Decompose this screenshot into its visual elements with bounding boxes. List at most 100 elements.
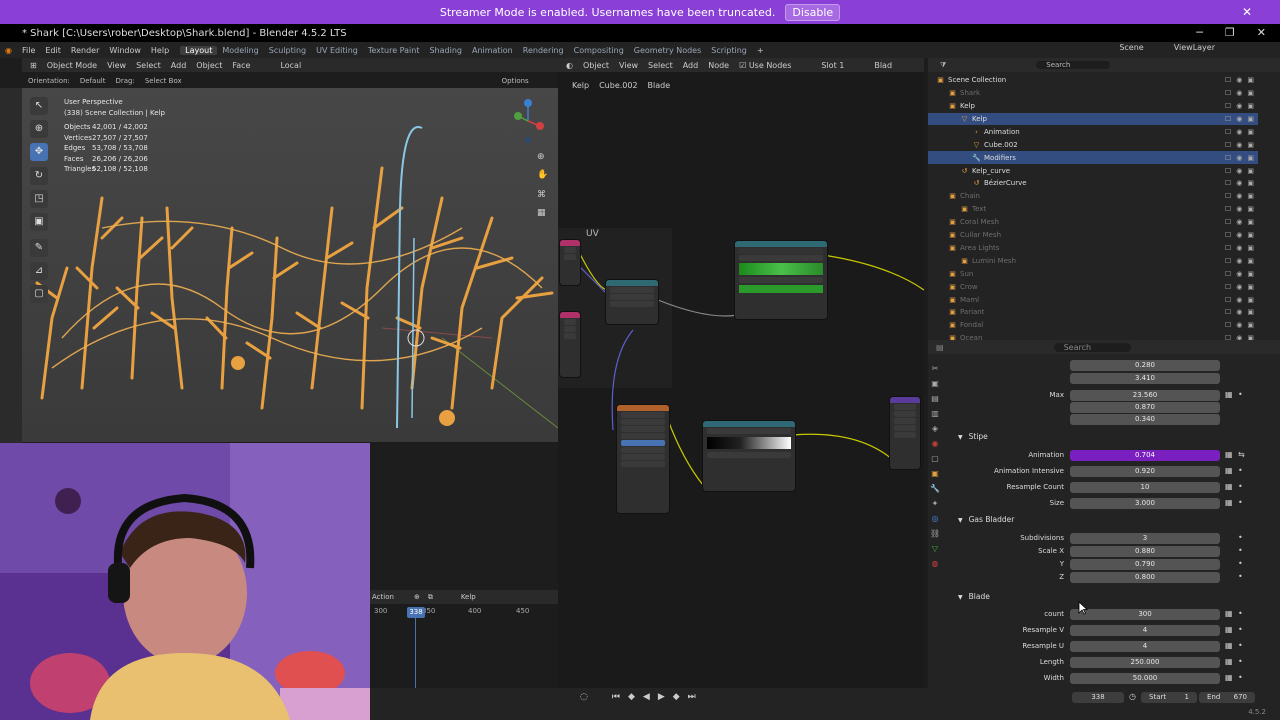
visibility-toggles[interactable]: ☐ ◉ ▣ [1225, 141, 1254, 149]
checkbox-icon[interactable]: ☐ [1225, 128, 1231, 136]
rotate-tool[interactable]: ↻ [30, 167, 48, 185]
visibility-toggles[interactable]: ☐ ◉ ▣ [1225, 179, 1254, 187]
checkbox-icon[interactable]: ☐ [1225, 257, 1231, 265]
tab-rendering[interactable]: Rendering [518, 46, 569, 55]
scene-selector[interactable]: Scene [1114, 43, 1148, 52]
max-x-field[interactable]: 23.560 [1070, 390, 1220, 401]
particles-tab-icon[interactable]: ✦ [932, 499, 939, 508]
keyframe-dot-icon[interactable]: • [1238, 657, 1243, 666]
drag-dropdown[interactable]: Select Box [145, 77, 182, 85]
camera-icon[interactable]: ▣ [1247, 296, 1254, 304]
options-dropdown[interactable]: Options [502, 77, 529, 85]
attribute-toggle-icon[interactable]: ▦ [1225, 657, 1233, 666]
visibility-toggles[interactable]: ☐ ◉ ▣ [1225, 283, 1254, 291]
outliner-row[interactable]: ▣ Coral Mesh ☐ ◉ ▣ [928, 216, 1258, 229]
viewport-menu-face[interactable]: Face [232, 61, 250, 70]
disable-button[interactable]: Disable [785, 3, 841, 21]
camera-icon[interactable]: ▣ [1247, 321, 1254, 329]
property-value-field[interactable]: 0.704 [1070, 450, 1220, 461]
object-tab-icon[interactable]: ▣ [931, 469, 939, 478]
camera-icon[interactable]: ▣ [1247, 115, 1254, 123]
value-field[interactable]: 3.410 [1070, 373, 1220, 384]
cursor-3d-tool[interactable]: ⊕ [30, 120, 48, 138]
eye-icon[interactable]: ◉ [1236, 141, 1242, 149]
node-menu-view[interactable]: View [619, 61, 638, 70]
viewport-menu-object[interactable]: Object [196, 61, 222, 70]
eye-icon[interactable]: ◉ [1236, 192, 1242, 200]
outliner-row[interactable]: ▣ Kelp ☐ ◉ ▣ [928, 100, 1258, 113]
camera-icon[interactable]: ▣ [1247, 102, 1254, 110]
node-bump[interactable] [890, 397, 920, 469]
menu-render[interactable]: Render [66, 46, 104, 55]
keyframe-dot-icon[interactable]: • [1238, 673, 1243, 682]
property-value-field[interactable]: 3 [1070, 533, 1220, 544]
eye-icon[interactable]: ◉ [1236, 76, 1242, 84]
property-value-field[interactable]: 300 [1070, 609, 1220, 620]
outliner-row[interactable]: ▽ Cube.002 ☐ ◉ ▣ [928, 139, 1258, 152]
attribute-toggle-icon[interactable]: ▦ [1225, 641, 1233, 650]
visibility-toggles[interactable]: ☐ ◉ ▣ [1225, 76, 1254, 84]
eye-icon[interactable]: ◉ [1236, 154, 1242, 162]
property-value-field[interactable]: 250.000 [1070, 657, 1220, 668]
eye-icon[interactable]: ◉ [1236, 115, 1242, 123]
attribute-toggle-icon[interactable]: ▦ [1225, 482, 1233, 491]
outliner-row[interactable]: ▣ Fondal ☐ ◉ ▣ [928, 319, 1258, 332]
constraints-tab-icon[interactable]: ⛓ [930, 529, 940, 538]
attribute-toggle-icon[interactable]: ▦ [1225, 498, 1233, 507]
property-value-field[interactable]: 10 [1070, 482, 1220, 493]
visibility-toggles[interactable]: ☐ ◉ ▣ [1225, 231, 1254, 239]
camera-icon[interactable]: ▣ [1247, 128, 1254, 136]
outliner-row[interactable]: › Animation ☐ ◉ ▣ [928, 126, 1258, 139]
node-menu-add[interactable]: Add [683, 61, 699, 70]
max-y-field[interactable]: 0.870 [1070, 402, 1220, 413]
checkbox-icon[interactable]: ☐ [1225, 115, 1231, 123]
keyframe-dot-icon[interactable]: • [1238, 559, 1243, 568]
blender-logo-icon[interactable]: ◉ [0, 46, 17, 55]
eye-icon[interactable]: ◉ [1236, 167, 1242, 175]
slot-dropdown[interactable]: Slot 1 [821, 61, 844, 70]
start-frame-field[interactable]: Start 1 [1141, 692, 1197, 703]
camera-icon[interactable]: ▣ [1247, 244, 1254, 252]
preview-range-icon[interactable]: ◷ [1129, 692, 1136, 701]
visibility-toggles[interactable]: ☐ ◉ ▣ [1225, 205, 1254, 213]
visibility-toggles[interactable]: ☐ ◉ ▣ [1225, 102, 1254, 110]
keyframe-dot-icon[interactable]: • [1238, 498, 1243, 507]
camera-icon[interactable]: ▣ [1247, 270, 1254, 278]
camera-icon[interactable]: ▣ [1247, 192, 1254, 200]
eye-icon[interactable]: ◉ [1236, 89, 1242, 97]
scale-tool[interactable]: ◳ [30, 190, 48, 208]
attribute-toggle-icon[interactable]: ▦ [1225, 673, 1233, 682]
node-color-ramp-1[interactable] [735, 241, 827, 319]
node-input-a[interactable] [560, 240, 580, 285]
checkbox-icon[interactable]: ☐ [1225, 205, 1231, 213]
node-input-b[interactable] [560, 312, 580, 377]
collapse-triangle-icon[interactable]: ▼ [958, 594, 963, 601]
eye-icon[interactable]: ◉ [1236, 218, 1242, 226]
transform-tool[interactable]: ▣ [30, 213, 48, 231]
playhead[interactable]: 338 [407, 607, 425, 618]
outliner-row[interactable]: ▣ Area Lights ☐ ◉ ▣ [928, 242, 1258, 255]
outliner-row[interactable]: ▣ Text ☐ ◉ ▣ [928, 203, 1258, 216]
add-workspace-icon[interactable]: + [752, 46, 769, 55]
transform-orientation-dropdown[interactable]: Local [280, 61, 301, 70]
visibility-toggles[interactable]: ☐ ◉ ▣ [1225, 167, 1254, 175]
checkbox-icon[interactable]: ☐ [1225, 296, 1231, 304]
checkbox-icon[interactable]: ☐ [1225, 218, 1231, 226]
node-menu-node[interactable]: Node [708, 61, 729, 70]
property-value-field[interactable]: 50.000 [1070, 673, 1220, 684]
eye-icon[interactable]: ◉ [1236, 244, 1242, 252]
checkbox-icon[interactable]: ☐ [1225, 192, 1231, 200]
collapse-triangle-icon[interactable]: ▼ [958, 434, 963, 441]
camera-icon[interactable]: ▣ [1247, 283, 1254, 291]
panel-blade[interactable]: ▼ Blade [958, 592, 990, 601]
unlink-action-icon[interactable]: ⧉ [428, 593, 433, 602]
camera-icon[interactable]: ▣ [1247, 308, 1254, 316]
eye-icon[interactable]: ◉ [1236, 205, 1242, 213]
camera-icon[interactable]: ▣ [1247, 154, 1254, 162]
tab-uv-editing[interactable]: UV Editing [311, 46, 363, 55]
maximize-icon[interactable]: ❐ [1225, 26, 1235, 39]
outliner-row[interactable]: ▽ Kelp ☐ ◉ ▣ [928, 112, 1258, 126]
visibility-toggles[interactable]: ☐ ◉ ▣ [1225, 89, 1254, 97]
end-frame-field[interactable]: End 670 [1199, 692, 1255, 703]
eye-icon[interactable]: ◉ [1236, 231, 1242, 239]
